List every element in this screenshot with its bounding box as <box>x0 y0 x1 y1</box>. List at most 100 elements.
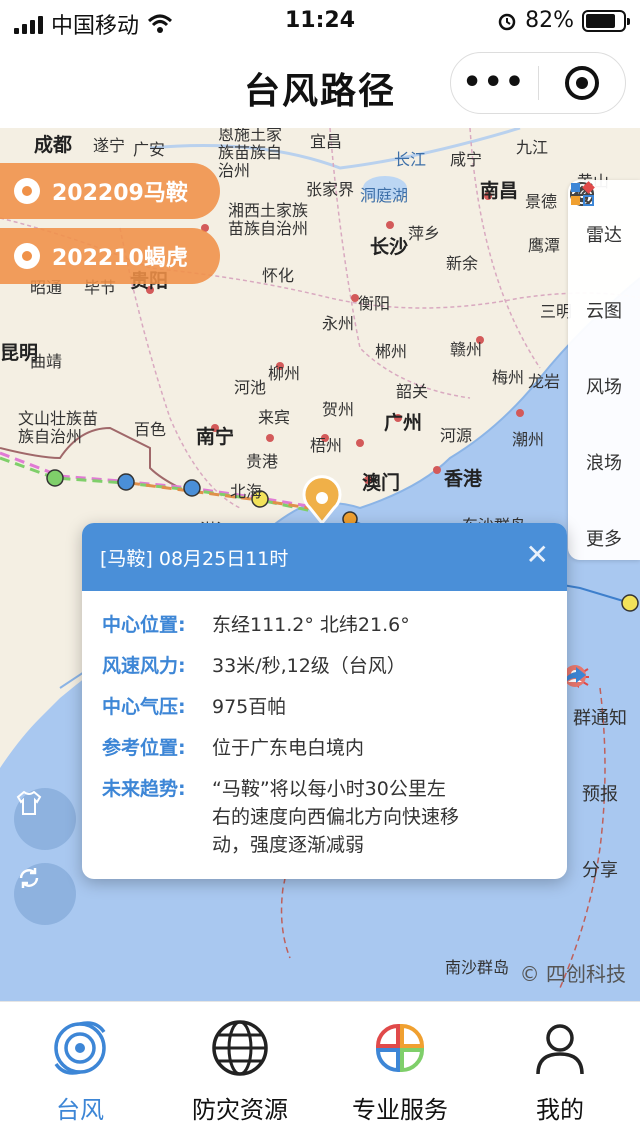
map-label: 长沙 <box>370 236 409 258</box>
share-icon <box>563 667 614 852</box>
typhoon-info-popup: [马鞍] 08月25日11时 ✕ 中心位置: 东经111.2° 北纬21.6° … <box>82 523 567 879</box>
info-value: 东经111.2° 北纬21.6° <box>212 614 410 636</box>
refresh-button[interactable] <box>14 863 76 925</box>
shirt-icon <box>16 790 42 815</box>
tool-toolbar: 群通知 预报 分享 <box>560 663 640 891</box>
tab-disaster-resources[interactable]: 防灾资源 <box>160 1002 320 1136</box>
map-label: 百色 <box>134 420 167 439</box>
wind-field-button[interactable]: 风场 <box>568 184 640 408</box>
typhoon-label: 202209马鞍 <box>52 181 188 206</box>
wind-field-label: 风场 <box>586 377 622 398</box>
wave-field-label: 浪场 <box>586 453 622 474</box>
more-layers-label: 更多 <box>586 529 622 550</box>
status-bar: 中国移动 11:24 82% <box>0 0 640 44</box>
battery-percent: 82% <box>525 8 574 33</box>
map-label: 洞庭湖 <box>360 186 409 205</box>
user-icon <box>528 1016 592 1080</box>
map-label: 贵港 <box>246 452 279 471</box>
map-label: 萍乡 <box>408 224 441 243</box>
tab-mine[interactable]: 我的 <box>480 1002 640 1136</box>
satellite-icon <box>571 183 618 293</box>
map-label: 潮州 <box>512 430 545 449</box>
info-value: “马鞍”将以每小时30公里左右的速度向西偏北方向快速移动，强度逐渐减弱 <box>212 778 460 856</box>
map-label: 韶关 <box>396 382 429 401</box>
refresh-icon <box>19 868 39 888</box>
popup-header: [马鞍] 08月25日11时 ✕ <box>82 523 567 591</box>
map-label: 柳州 <box>268 364 301 383</box>
info-row: 中心位置: 东经111.2° 北纬21.6° <box>102 611 552 639</box>
info-row: 参考位置: 位于广东电白境内 <box>102 734 552 762</box>
tab-label: 专业服务 <box>352 1096 448 1124</box>
map-label: 曲靖 <box>30 352 63 371</box>
map-label: 南沙群岛 <box>445 958 510 977</box>
petals-icon <box>368 1016 432 1080</box>
map-label: 景德 <box>525 192 558 211</box>
tab-label: 台风 <box>56 1096 104 1124</box>
share-button[interactable]: 分享 <box>560 667 640 891</box>
forecast-button[interactable]: 预报 <box>560 665 640 815</box>
tab-professional-service[interactable]: 专业服务 <box>320 1002 480 1136</box>
map-label: 长江 <box>394 150 427 169</box>
close-miniapp-button[interactable] <box>539 66 626 100</box>
globe-icon <box>208 1016 272 1080</box>
map-label: 南昌 <box>480 180 519 202</box>
map-label: 张家界 <box>306 180 355 199</box>
info-row: 风速风力: 33米/秒,12级（台风） <box>102 652 552 680</box>
popup-title: [马鞍] 08月25日11时 <box>100 547 289 570</box>
info-row: 未来趋势: “马鞍”将以每小时30公里左右的速度向西偏北方向快速移动，强度逐渐减… <box>102 775 462 859</box>
typhoon-button-maan[interactable]: 202209马鞍 <box>0 163 220 219</box>
battery-icon <box>582 9 630 32</box>
typhoon-button-xiehu[interactable]: 202210蝎虎 <box>0 228 220 284</box>
typhoon-label: 202210蝎虎 <box>52 246 188 271</box>
typhoon-icon <box>14 243 40 269</box>
forecast-pin-icon <box>564 665 614 776</box>
tab-typhoon[interactable]: 台风 <box>0 1002 160 1136</box>
forecast-label: 预报 <box>582 784 618 805</box>
map-label: 河池 <box>234 378 267 397</box>
map-label: 南宁 <box>196 426 235 448</box>
map-label: 新余 <box>446 254 479 273</box>
info-label: 未来趋势: <box>102 778 186 800</box>
map-label: 文山壮族苗族自治州 <box>18 409 99 446</box>
typhoon-icon <box>48 1016 112 1080</box>
map-label: 怀化 <box>262 266 295 285</box>
typhoon-icon <box>14 178 40 204</box>
map-label: 九江 <box>516 138 549 157</box>
cloud-image-button[interactable]: 云图 <box>568 183 640 332</box>
map-label: 来宾 <box>258 408 291 427</box>
map-label: 河源 <box>440 426 473 445</box>
share-label: 分享 <box>582 860 618 881</box>
layer-style-button[interactable] <box>14 788 76 850</box>
nav-header: 台风路径 ••• <box>0 44 640 128</box>
bottom-tab-bar: 台风 防灾资源 专业服务 我的 <box>0 1001 640 1136</box>
grid-icon <box>571 181 618 521</box>
map-label: 广安 <box>133 140 166 159</box>
map-label: 咸宁 <box>450 150 483 169</box>
info-label: 中心位置: <box>102 614 186 636</box>
map-label: 衡阳 <box>358 294 391 313</box>
map-label: 遂宁 <box>93 136 126 155</box>
tab-label: 防灾资源 <box>192 1096 288 1124</box>
map-label: 龙岩 <box>528 372 561 391</box>
target-icon <box>564 66 599 100</box>
layer-toolbar: 雷达 云图 风场 浪场 更多 <box>568 180 640 560</box>
megaphone-icon <box>563 666 614 700</box>
wave-field-button[interactable]: 浪场 <box>568 182 640 484</box>
map-label: 贺州 <box>322 400 355 419</box>
map-label: 成都 <box>34 134 73 156</box>
alarm-icon <box>498 13 516 30</box>
map-label: 梅州 <box>492 368 525 387</box>
info-value: 位于广东电白境内 <box>212 737 365 759</box>
more-menu-button[interactable]: ••• <box>451 68 538 98</box>
info-label: 风速风力: <box>102 655 186 677</box>
wind-icon <box>571 184 618 369</box>
map-label: 广州 <box>384 412 423 434</box>
radar-label: 雷达 <box>586 225 622 246</box>
wave-icon <box>570 182 618 445</box>
map-label: 香港 <box>444 468 483 490</box>
map-label: 恩施土家族苗族自治州 <box>218 128 283 180</box>
more-layers-button[interactable]: 更多 <box>568 181 640 560</box>
info-value: 975百帕 <box>212 696 287 718</box>
close-icon[interactable]: ✕ <box>526 541 549 569</box>
info-label: 参考位置: <box>102 737 186 759</box>
